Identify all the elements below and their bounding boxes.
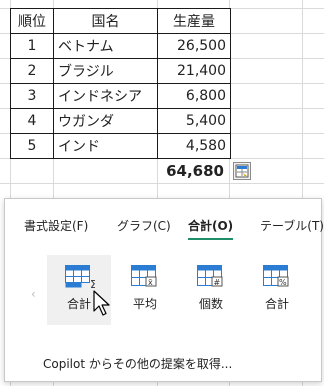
mouse-pointer-icon (93, 290, 110, 316)
quick-analysis-popup: 書式設定(F) グラフ(C) 合計(O) テーブル(T) ‹ Σ 合計 x̄ 平… (4, 198, 324, 382)
totals-count-tile[interactable]: # 個数 (179, 255, 243, 325)
header-amount[interactable]: 生産量 (157, 8, 231, 34)
copilot-suggestions-link[interactable]: Copilot からその他の提案を取得... (43, 355, 232, 372)
quick-analysis-icon (235, 164, 249, 178)
tab-tables[interactable]: テーブル(T) (260, 217, 324, 234)
totals-average-tile[interactable]: x̄ 平均 (113, 255, 177, 325)
table-row: 5 インド 4,580 (10, 133, 231, 159)
sum-icon: Σ (65, 265, 95, 289)
totals-percent-tile[interactable]: % 合計 (245, 255, 309, 325)
table-row: 1 ベトナム 26,500 (10, 33, 231, 59)
cell-rank[interactable]: 4 (10, 108, 54, 134)
svg-text:#: # (214, 278, 221, 287)
tile-label: 合計 (264, 297, 289, 311)
header-rank[interactable]: 順位 (10, 8, 54, 34)
cell-amount[interactable]: 5,400 (157, 108, 231, 134)
svg-text:x̄: x̄ (148, 278, 153, 287)
scroll-left-arrow[interactable]: ‹ (31, 287, 36, 301)
quick-analysis-tabs: 書式設定(F) グラフ(C) 合計(O) テーブル(T) (5, 217, 324, 241)
tile-label: 個数 (198, 297, 223, 311)
cell-rank[interactable]: 2 (10, 58, 54, 84)
production-table: 順位 国名 生産量 1 ベトナム 26,500 2 ブラジル 21,400 3 … (10, 8, 231, 159)
cell-rank[interactable]: 5 (10, 133, 54, 159)
cell-country[interactable]: ブラジル (53, 58, 158, 84)
cell-country[interactable]: ベトナム (53, 33, 158, 59)
tab-totals[interactable]: 合計(O) (188, 217, 234, 240)
svg-text:Σ: Σ (90, 278, 95, 289)
percent-total-icon: % (263, 265, 289, 287)
table-row: 2 ブラジル 21,400 (10, 58, 231, 84)
cell-amount[interactable]: 26,500 (157, 33, 231, 59)
quick-analysis-button[interactable] (233, 162, 251, 180)
tab-formatting[interactable]: 書式設定(F) (24, 217, 88, 234)
average-icon: x̄ (131, 265, 157, 287)
table-row: 3 インドネシア 6,800 (10, 83, 231, 109)
table-header-row: 順位 国名 生産量 (10, 8, 231, 34)
cell-amount[interactable]: 4,580 (157, 133, 231, 159)
svg-text:%: % (279, 278, 287, 287)
cell-rank[interactable]: 3 (10, 83, 54, 109)
cell-country[interactable]: ウガンダ (53, 108, 158, 134)
count-icon: # (197, 265, 223, 287)
tab-charts[interactable]: グラフ(C) (117, 217, 171, 234)
tile-label: 平均 (132, 297, 157, 311)
cell-amount[interactable]: 6,800 (157, 83, 231, 109)
total-cell[interactable]: 64,680 (160, 162, 224, 180)
header-country[interactable]: 国名 (53, 8, 158, 34)
cell-country[interactable]: インドネシア (53, 83, 158, 109)
table-row: 4 ウガンダ 5,400 (10, 108, 231, 134)
cell-rank[interactable]: 1 (10, 33, 54, 59)
cell-country[interactable]: インド (53, 133, 158, 159)
cell-amount[interactable]: 21,400 (157, 58, 231, 84)
